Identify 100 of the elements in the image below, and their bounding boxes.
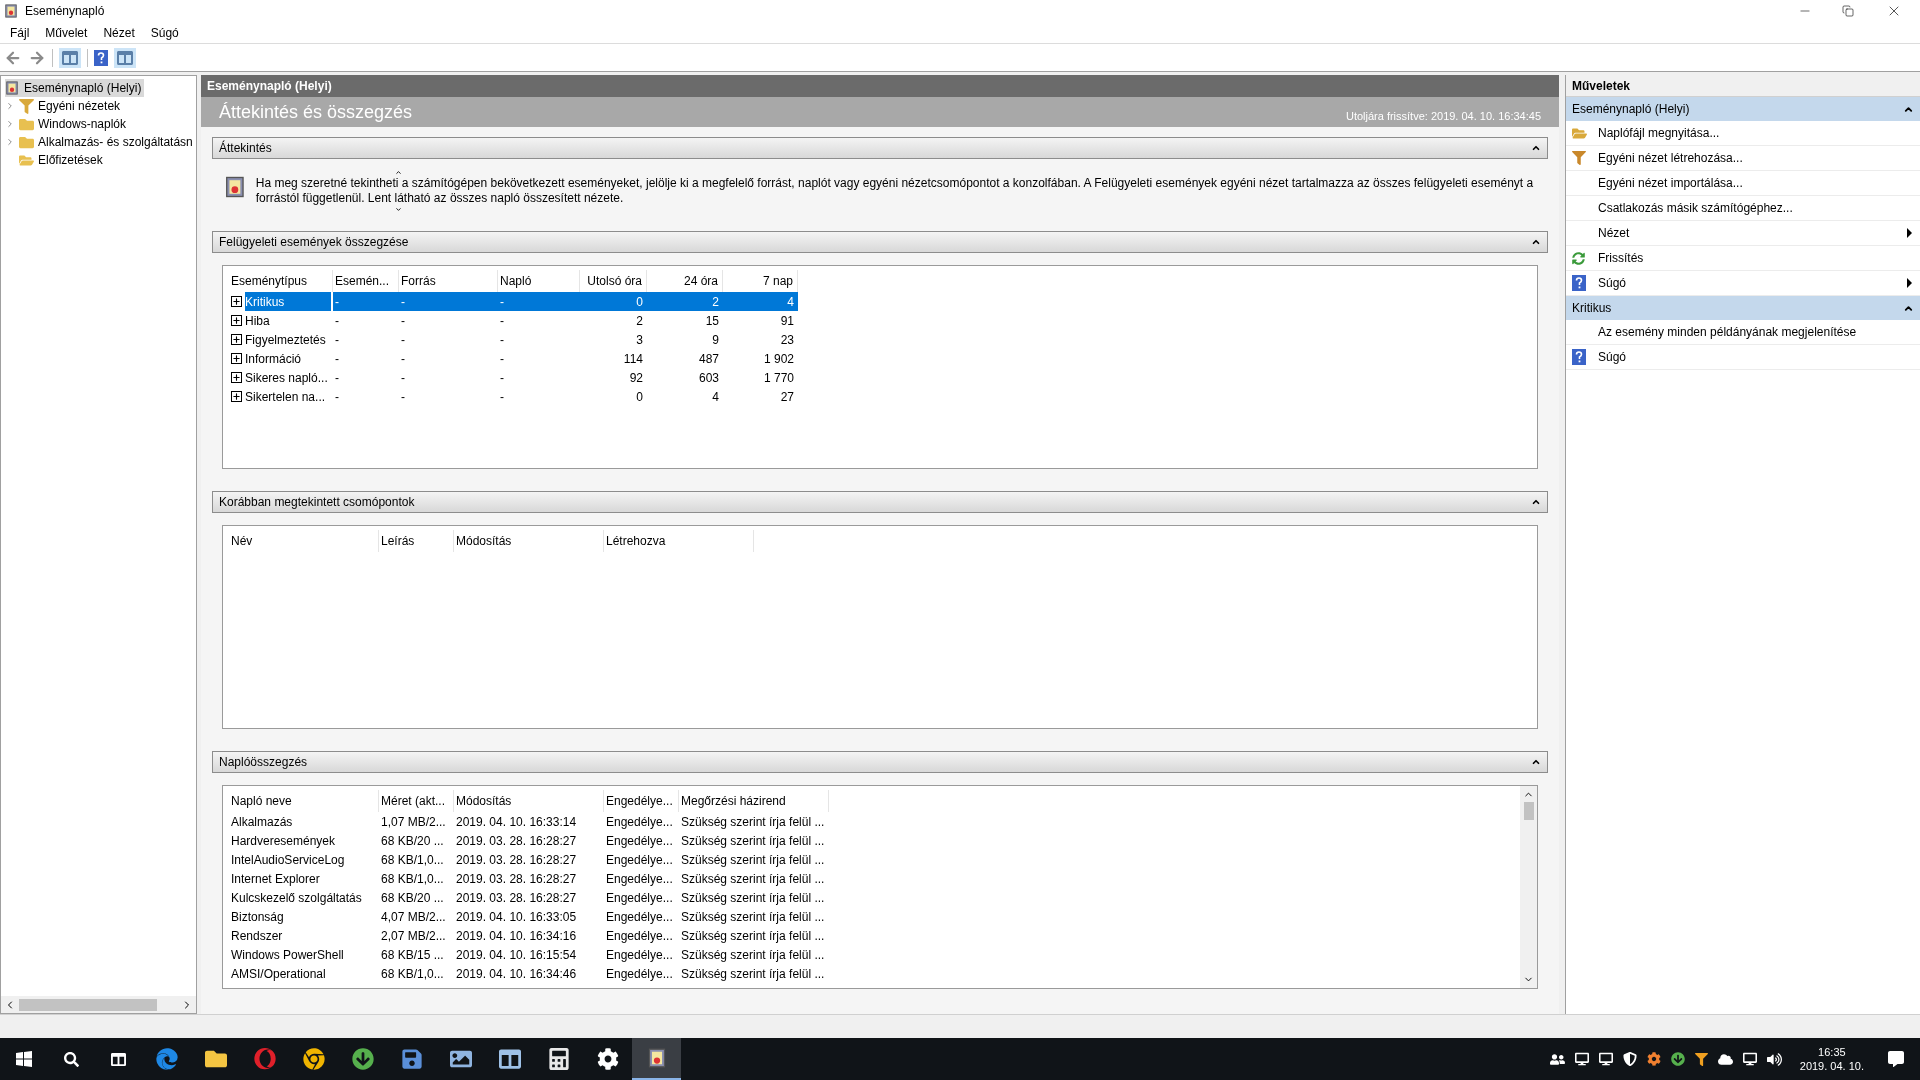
- tree-item[interactable]: Alkalmazás- és szolgáltatásn: [5, 133, 196, 151]
- action-item[interactable]: Naplófájl megnyitása...: [1566, 121, 1920, 146]
- tree-item[interactable]: Eseménynapló (Helyi): [5, 79, 145, 97]
- menu-item[interactable]: Súgó: [144, 23, 185, 42]
- taskbar-app[interactable]: [632, 1038, 681, 1080]
- table-cell-text: Szükség szerint írja felül ...: [681, 832, 825, 850]
- console-tree-icon[interactable]: [59, 47, 81, 68]
- notifications-icon[interactable]: [1888, 1051, 1904, 1067]
- network-icon[interactable]: [1742, 1052, 1757, 1066]
- table-cell-text: -: [335, 331, 339, 349]
- table-row[interactable]: Kritikus - - - 0 2 4: [229, 292, 1537, 311]
- table-cell-text: Windows PowerShell: [231, 946, 344, 964]
- table-cell-text: 487: [698, 350, 719, 368]
- action-group-header[interactable]: Kritikus: [1566, 296, 1920, 320]
- tray-app-icon[interactable]: [1598, 1052, 1613, 1066]
- menu-item[interactable]: Nézet: [97, 23, 141, 42]
- collapse-icon[interactable]: [1531, 237, 1541, 247]
- tree-item[interactable]: Előfizetések: [5, 151, 106, 169]
- scroll-thumb[interactable]: [1523, 802, 1534, 820]
- action-item[interactable]: Csatlakozás másik számítógéphez...: [1566, 196, 1920, 221]
- event-log-icon: [646, 1047, 667, 1069]
- scroll-up-icon[interactable]: [393, 169, 403, 176]
- table-cell-text: Engedélye...: [606, 813, 673, 831]
- table-row[interactable]: Információ - - - 114 487 1 902: [229, 349, 1537, 368]
- event-log-icon: [5, 80, 19, 96]
- table-row[interactable]: Alkalmazás 1,07 MB/2... 2019. 04. 10. 16:33:14 Engedélye... Szükség szerint írja felül ...: [229, 812, 1520, 831]
- section-header[interactable]: Felügyeleti események összegzése: [212, 231, 1548, 253]
- table-row[interactable]: Internet Explorer 68 KB/1,0... 2019. 03. 28. 16:28:27 Engedélye... Szükség szerint írja felül ...: [229, 869, 1520, 888]
- table-row[interactable]: Hardveresemények 68 KB/20 ... 2019. 03. 28. 16:28:27 Engedélye... Szükség szerint írja felül ...: [229, 831, 1520, 850]
- scroll-thumb[interactable]: [19, 998, 157, 1011]
- table-row[interactable]: Sikertelen na... - - - 0 4 27: [229, 387, 1537, 406]
- table-cell-text: 2019. 03. 28. 16:28:27: [456, 832, 577, 850]
- table-row[interactable]: Kulcskezelő szolgáltatás 68 KB/20 ... 2019. 03. 28. 16:28:27 Engedélye... Szükség szerint írja felül ...: [229, 888, 1520, 907]
- table-row[interactable]: IntelAudioServiceLog 68 KB/1,0... 2019. 03. 28. 16:28:27 Engedélye... Szükség szerint írja felül ...: [229, 850, 1520, 869]
- action-pane-icon[interactable]: [114, 47, 136, 68]
- section-header[interactable]: Naplóösszegzés: [212, 751, 1548, 773]
- tray-app-icon[interactable]: [1574, 1052, 1589, 1066]
- table-cell-text: 3: [636, 331, 643, 349]
- shield-icon[interactable]: [1622, 1052, 1637, 1066]
- action-item[interactable]: Nézet: [1566, 221, 1920, 246]
- restore-icon[interactable]: [1842, 5, 1854, 17]
- horizontal-scrollbar[interactable]: [1, 996, 196, 1013]
- table-cell-text: 2: [712, 293, 719, 311]
- action-item[interactable]: Súgó: [1566, 345, 1920, 370]
- collapse-icon[interactable]: [1531, 497, 1541, 507]
- expand-icon[interactable]: [231, 353, 242, 364]
- volume-icon[interactable]: [1766, 1051, 1782, 1067]
- section-header[interactable]: Korábban megtekintett csomópontok: [212, 491, 1548, 513]
- column-header[interactable]: Méret (akt...: [379, 790, 454, 812]
- table-row[interactable]: AMSI/Operational 68 KB/1,0... 2019. 04. 10. 16:34:46 Engedélye... Szükség szerint írja felül ...: [229, 964, 1520, 983]
- table-cell-text: 9: [712, 331, 719, 349]
- table-cell-text: Kulcskezelő szolgáltatás: [231, 889, 362, 907]
- action-item[interactable]: Az esemény minden példányának megjelenítése: [1566, 320, 1920, 345]
- scroll-down-icon[interactable]: [393, 206, 403, 213]
- section-header[interactable]: Áttekintés: [212, 137, 1548, 159]
- column-header[interactable]: Napló neve: [229, 790, 379, 812]
- expand-icon[interactable]: [231, 334, 242, 345]
- table-row[interactable]: Hiba - - - 2 15 91: [229, 311, 1537, 330]
- browser-icon: [253, 1048, 276, 1070]
- column-header[interactable]: Leírás: [379, 530, 454, 552]
- task-view-icon[interactable]: [111, 1051, 126, 1067]
- cloud-icon[interactable]: [1717, 1051, 1733, 1067]
- table-cell-text: Engedélye...: [606, 908, 673, 926]
- action-item[interactable]: Egyéni nézet létrehozása...: [1566, 146, 1920, 171]
- action-item[interactable]: Egyéni nézet importálása...: [1566, 171, 1920, 196]
- menu-item[interactable]: Művelet: [39, 23, 94, 42]
- table-row[interactable]: Rendszer 2,07 MB/2... 2019. 04. 10. 16:34:16 Engedélye... Szükség szerint írja felül ...: [229, 926, 1520, 945]
- tray-app-icon[interactable]: [1694, 1052, 1708, 1066]
- table-row[interactable]: Figyelmeztetés - - - 3 9 23: [229, 330, 1537, 349]
- menu-item[interactable]: Fájl: [4, 23, 36, 42]
- expand-icon[interactable]: [231, 315, 242, 326]
- table-row[interactable]: Windows PowerShell 68 KB/15 ... 2019. 04. 10. 16:15:54 Engedélye... Szükség szerint írja felül ...: [229, 945, 1520, 964]
- tray-app-icon[interactable]: [1646, 1052, 1661, 1066]
- column-header[interactable]: Megőrzési házirend: [679, 790, 829, 812]
- table-cell-text: 4: [712, 388, 719, 406]
- expand-icon[interactable]: [231, 391, 242, 402]
- action-group-header[interactable]: Eseménynapló (Helyi): [1566, 97, 1920, 121]
- download-icon[interactable]: [1670, 1052, 1685, 1066]
- column-header[interactable]: Engedélye...: [604, 790, 679, 812]
- collapse-icon[interactable]: [1531, 757, 1541, 767]
- column-header[interactable]: Módosítás: [454, 530, 604, 552]
- vertical-scrollbar[interactable]: [1520, 786, 1537, 988]
- table-cell-text: Alkalmazás: [231, 813, 293, 831]
- tree-item[interactable]: Egyéni nézetek: [5, 97, 124, 115]
- people-icon[interactable]: [1549, 1051, 1565, 1067]
- action-item[interactable]: Frissítés: [1566, 246, 1920, 271]
- windows-start-icon[interactable]: [16, 1051, 32, 1067]
- collapse-icon[interactable]: [1531, 143, 1541, 153]
- expand-icon[interactable]: [231, 372, 242, 383]
- table-cell-text: 23: [780, 331, 794, 349]
- search-icon[interactable]: [64, 1051, 79, 1067]
- table-row[interactable]: Biztonság 4,07 MB/2... 2019. 04. 10. 16:33:05 Engedélye... Szükség szerint írja felül ...: [229, 907, 1520, 926]
- column-header[interactable]: Módosítás: [454, 790, 604, 812]
- table-row[interactable]: Sikeres napló... - - - 92 603 1 770: [229, 368, 1537, 387]
- column-header[interactable]: Létrehozva: [604, 530, 754, 552]
- column-header[interactable]: Név: [229, 530, 379, 552]
- clock[interactable]: 16:35 2019. 04. 10.: [1799, 1045, 1864, 1073]
- tree-item[interactable]: Windows-naplók: [5, 115, 130, 133]
- expand-icon[interactable]: [231, 296, 242, 307]
- table-cell-text: 1 902: [763, 350, 794, 368]
